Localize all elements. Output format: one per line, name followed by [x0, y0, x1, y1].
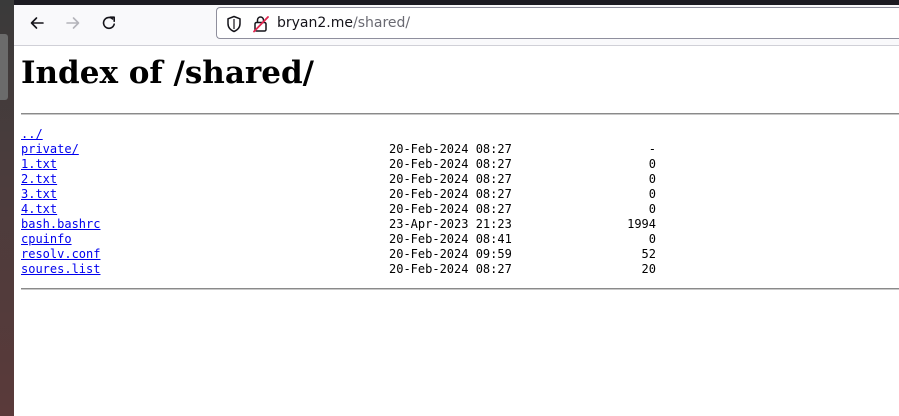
listing-row: 1.txt 20-Feb-2024 08:27 0	[21, 157, 899, 172]
file-size: 0	[648, 187, 656, 201]
file-size: 0	[648, 202, 656, 216]
listing-row: 3.txt 20-Feb-2024 08:27 0	[21, 187, 899, 202]
file-date: 20-Feb-2024 08:27	[389, 202, 512, 216]
file-date: 20-Feb-2024 08:27	[389, 157, 512, 171]
forward-button[interactable]	[58, 8, 88, 38]
lock-icon[interactable]	[252, 14, 270, 34]
url-text[interactable]: bryan2.me/shared/	[277, 15, 410, 31]
file-date: 20-Feb-2024 09:59	[389, 247, 512, 261]
file-link[interactable]: private/	[21, 142, 79, 157]
back-button[interactable]	[22, 8, 52, 38]
listing-row: 4.txt 20-Feb-2024 08:27 0	[21, 202, 899, 217]
file-link[interactable]: bash.bashrc	[21, 217, 100, 232]
shield-icon[interactable]	[226, 15, 242, 33]
file-size: 0	[648, 232, 656, 246]
file-link[interactable]: 3.txt	[21, 187, 57, 202]
browser-window: bryan2.me/shared/ Index of /shared/ ../p…	[14, 0, 899, 416]
file-date: 23-Apr-2023 21:23	[389, 217, 512, 231]
arrow-right-icon	[66, 17, 80, 29]
file-link[interactable]: resolv.conf	[21, 247, 100, 262]
listing-row: bash.bashrc 23-Apr-2023 21:23 1994	[21, 217, 899, 232]
url-path: /shared/	[353, 15, 411, 31]
desktop-background	[0, 0, 14, 416]
file-date: 20-Feb-2024 08:27	[389, 187, 512, 201]
file-size: 1994	[627, 217, 656, 231]
file-date: 20-Feb-2024 08:27	[389, 262, 512, 276]
file-link[interactable]: ../	[21, 127, 43, 142]
desktop-dock-handle[interactable]	[0, 34, 8, 100]
file-size: -	[648, 142, 656, 156]
url-host: bryan2.me	[277, 15, 353, 31]
file-link[interactable]: 1.txt	[21, 157, 57, 172]
file-size: 20	[641, 262, 656, 276]
divider-top	[21, 113, 899, 115]
file-size: 0	[648, 172, 656, 186]
listing-row: private/20-Feb-2024 08:27 -	[21, 142, 899, 157]
file-link[interactable]: soures.list	[21, 262, 100, 277]
navigation-toolbar: bryan2.me/shared/	[14, 5, 899, 46]
file-date: 20-Feb-2024 08:27	[389, 142, 512, 156]
file-size: 0	[648, 157, 656, 171]
file-link[interactable]: 2.txt	[21, 172, 57, 187]
page-content: Index of /shared/ ../private/20-Feb-2024…	[21, 46, 899, 416]
screen: bryan2.me/shared/ Index of /shared/ ../p…	[0, 0, 899, 416]
listing-row: resolv.conf 20-Feb-2024 09:59 52	[21, 247, 899, 262]
reload-button[interactable]	[94, 8, 124, 38]
file-listing: ../private/20-Feb-2024 08:27 - 1.txt 20-Feb…	[21, 127, 899, 277]
divider-bottom	[21, 288, 899, 290]
arrow-left-icon	[30, 17, 44, 29]
file-link[interactable]: 4.txt	[21, 202, 57, 217]
listing-row: 2.txt 20-Feb-2024 08:27 0	[21, 172, 899, 187]
listing-row: soures.list 20-Feb-2024 08:27 20	[21, 262, 899, 277]
page-title: Index of /shared/	[21, 55, 314, 91]
reload-icon	[102, 16, 115, 30]
file-date: 20-Feb-2024 08:27	[389, 172, 512, 186]
address-bar[interactable]: bryan2.me/shared/	[216, 7, 899, 39]
listing-row: cpuinfo 20-Feb-2024 08:41 0	[21, 232, 899, 247]
listing-row: ../	[21, 127, 899, 142]
file-size: 52	[641, 247, 656, 261]
file-link[interactable]: cpuinfo	[21, 232, 72, 247]
file-date: 20-Feb-2024 08:41	[389, 232, 512, 246]
